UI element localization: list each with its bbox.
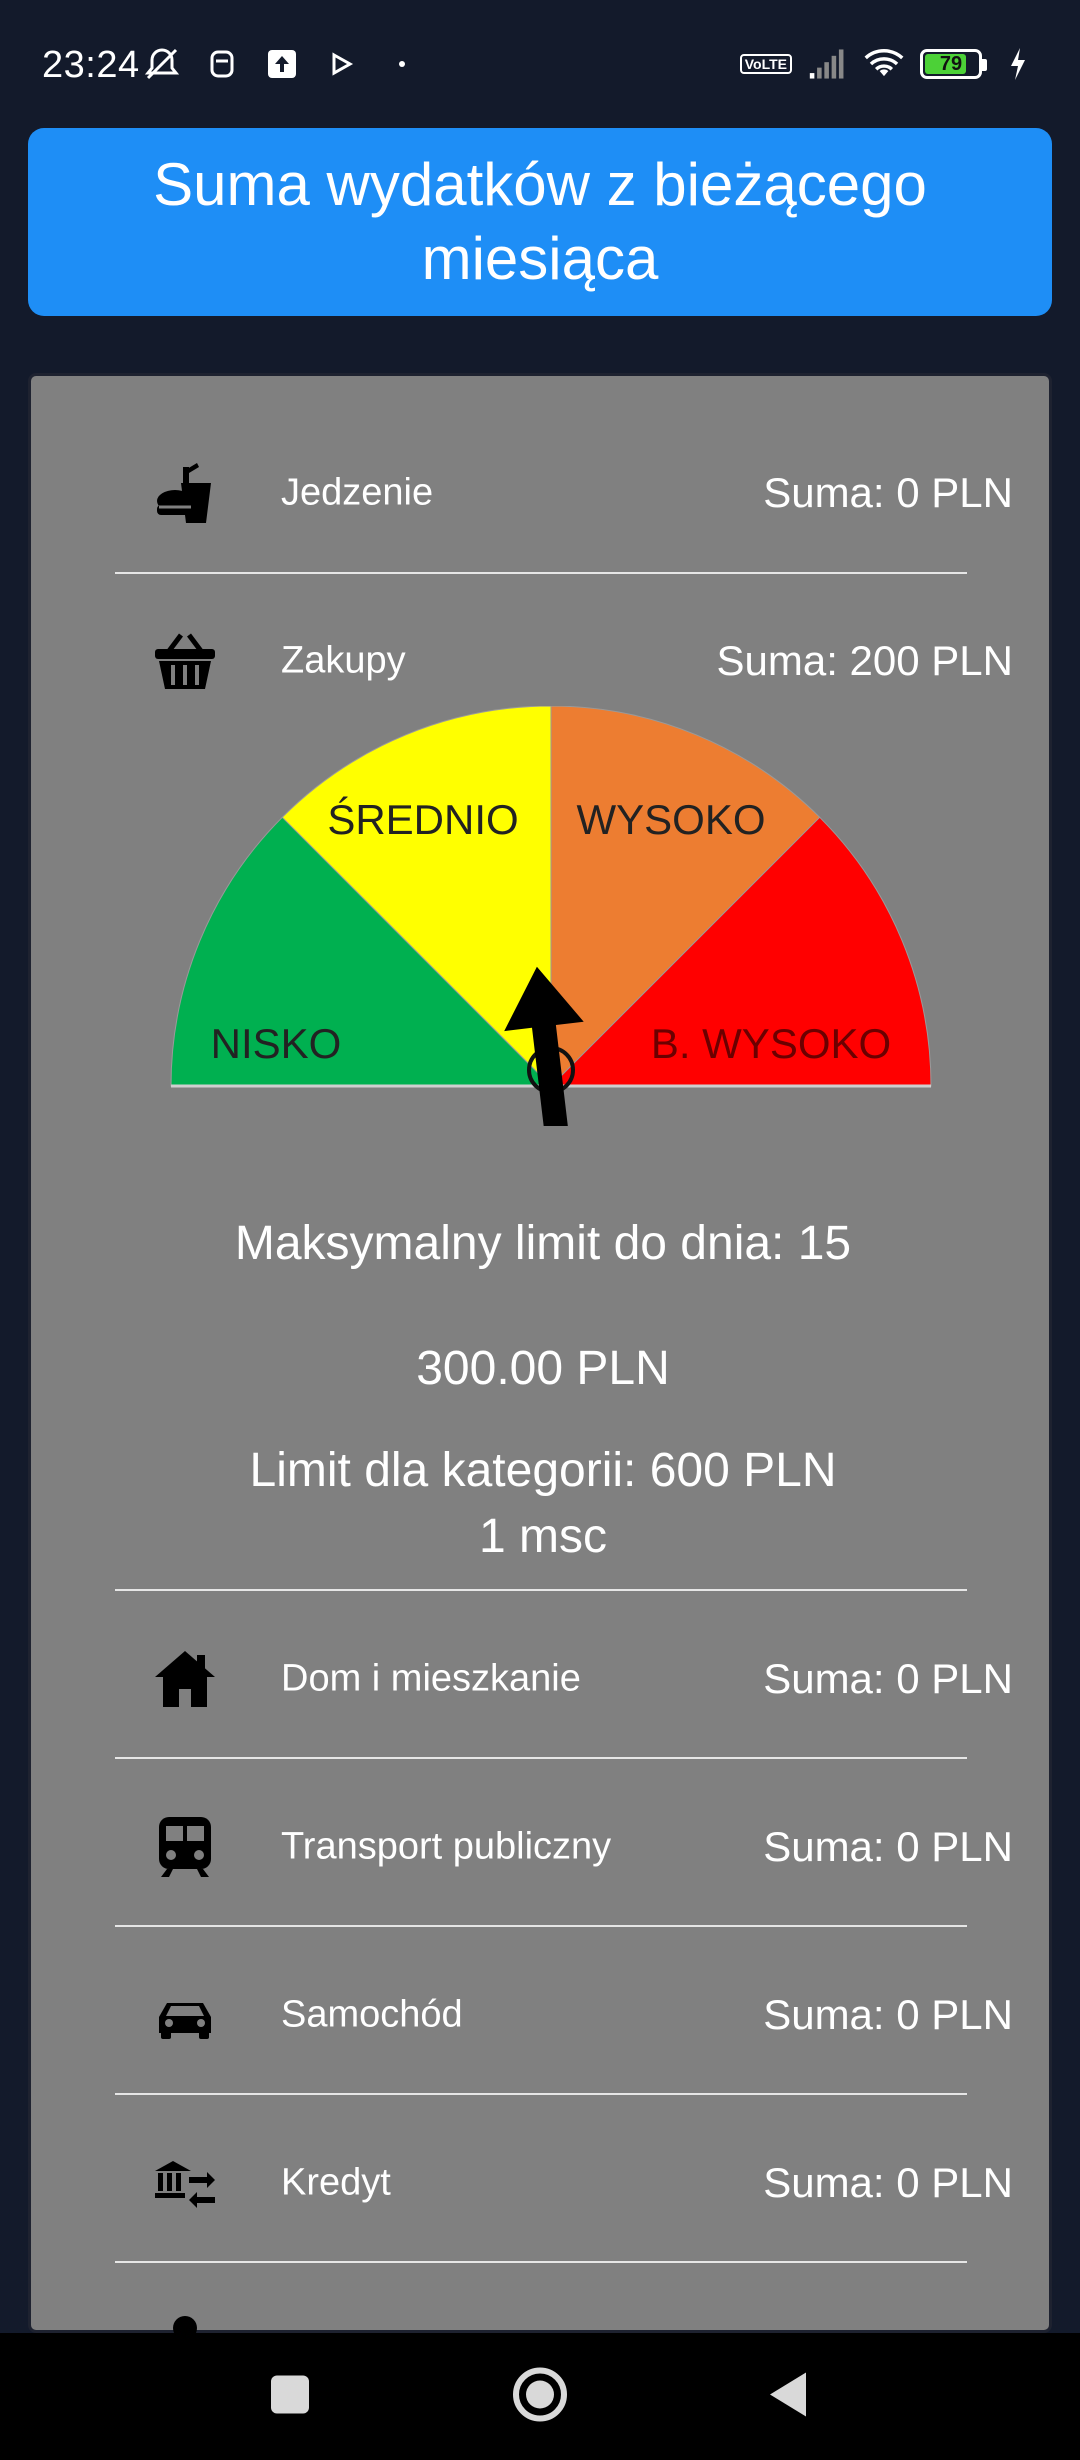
category-label: Transport publiczny: [281, 1825, 612, 1868]
battery-icon: 79: [920, 49, 987, 79]
upload-icon: [262, 44, 302, 84]
category-sum: Suma: 0 PLN: [763, 2159, 1013, 2206]
category-label: Jedzenie: [281, 471, 434, 514]
food-icon: [153, 461, 217, 525]
expenses-card: Jedzenie Suma: 0 PLN Zakupy Suma: 200 PL…: [28, 373, 1055, 2340]
dot-icon: [382, 44, 422, 84]
category-sum: Suma: 200 PLN: [716, 637, 1013, 684]
wifi-icon: [864, 44, 904, 84]
navigation-bar: [0, 2333, 1080, 2460]
home-button[interactable]: [512, 2366, 568, 2427]
category-label: Samochód: [281, 1993, 463, 2036]
basket-icon: [153, 629, 217, 693]
back-button[interactable]: [766, 2370, 810, 2423]
category-sum: Suma: 0 PLN: [763, 1991, 1013, 2038]
category-sum: Suma: 0 PLN: [763, 469, 1013, 516]
spending-gauge: NISKO ŚREDNIO WYSOKO B. WYSOKO: [170, 706, 932, 1126]
category-limit-value: Limit dla kategorii: 600 PLN: [249, 1444, 837, 1497]
volte-indicator: VoLTE: [739, 54, 792, 74]
status-icons-left: [142, 44, 422, 84]
divider: [115, 1589, 967, 1591]
divider: [115, 2261, 967, 2263]
bank-transfer-icon: [153, 2151, 217, 2215]
gauge-label-3: B. WYSOKO: [651, 1020, 891, 1067]
signal-icon: [808, 44, 848, 84]
category-row-dom[interactable]: Dom i mieszkanie Suma: 0 PLN: [113, 1596, 1013, 1762]
category-sum: Suma: 0 PLN: [763, 1823, 1013, 1870]
play-icon: [322, 44, 362, 84]
status-icons-right: VoLTE 79: [739, 44, 1038, 84]
charging-icon: [998, 44, 1038, 84]
category-limit-period: 1 msc: [478, 1510, 607, 1563]
category-label: Kredyt: [281, 2161, 391, 2204]
house-icon: [153, 1647, 217, 1711]
gauge-label-0: NISKO: [211, 1020, 342, 1067]
category-row-transport[interactable]: Transport publiczny Suma: 0 PLN: [113, 1764, 1013, 1930]
battery-level: 79: [939, 53, 963, 75]
max-limit-text: Maksymalny limit do dnia: 15: [234, 1217, 852, 1270]
category-row-kredyt[interactable]: Kredyt Suma: 0 PLN: [113, 2100, 1013, 2266]
divider: [115, 1757, 967, 1759]
divider: [115, 572, 967, 574]
train-icon: [153, 1815, 217, 1879]
divider: [115, 2093, 967, 2095]
page-title: Suma wydatków z bieżącego miesiąca: [28, 128, 1052, 316]
divider: [115, 1925, 967, 1927]
alarm-off-icon: [142, 44, 182, 84]
limit-amount: 300.00 PLN: [416, 1342, 670, 1395]
category-sum: Suma: 0 PLN: [763, 1655, 1013, 1702]
recent-apps-button[interactable]: [270, 2374, 310, 2419]
category-row-jedzenie[interactable]: Jedzenie Suma: 0 PLN: [113, 410, 1013, 576]
car-icon: [153, 1983, 217, 2047]
status-bar: 23:24 VoLTE 79: [0, 0, 1080, 120]
category-row-samochod[interactable]: Samochód Suma: 0 PLN: [113, 1932, 1013, 2098]
category-limit: Limit dla kategorii: 600 PLN 1 msc: [31, 1438, 1055, 1570]
category-label: Zakupy: [281, 639, 406, 682]
category-label: Dom i mieszkanie: [281, 1657, 581, 1700]
gauge-label-1: ŚREDNIO: [327, 795, 518, 843]
gauge-label-2: WYSOKO: [576, 796, 765, 843]
status-time: 23:24: [42, 44, 140, 86]
notification-icon: [202, 44, 242, 84]
